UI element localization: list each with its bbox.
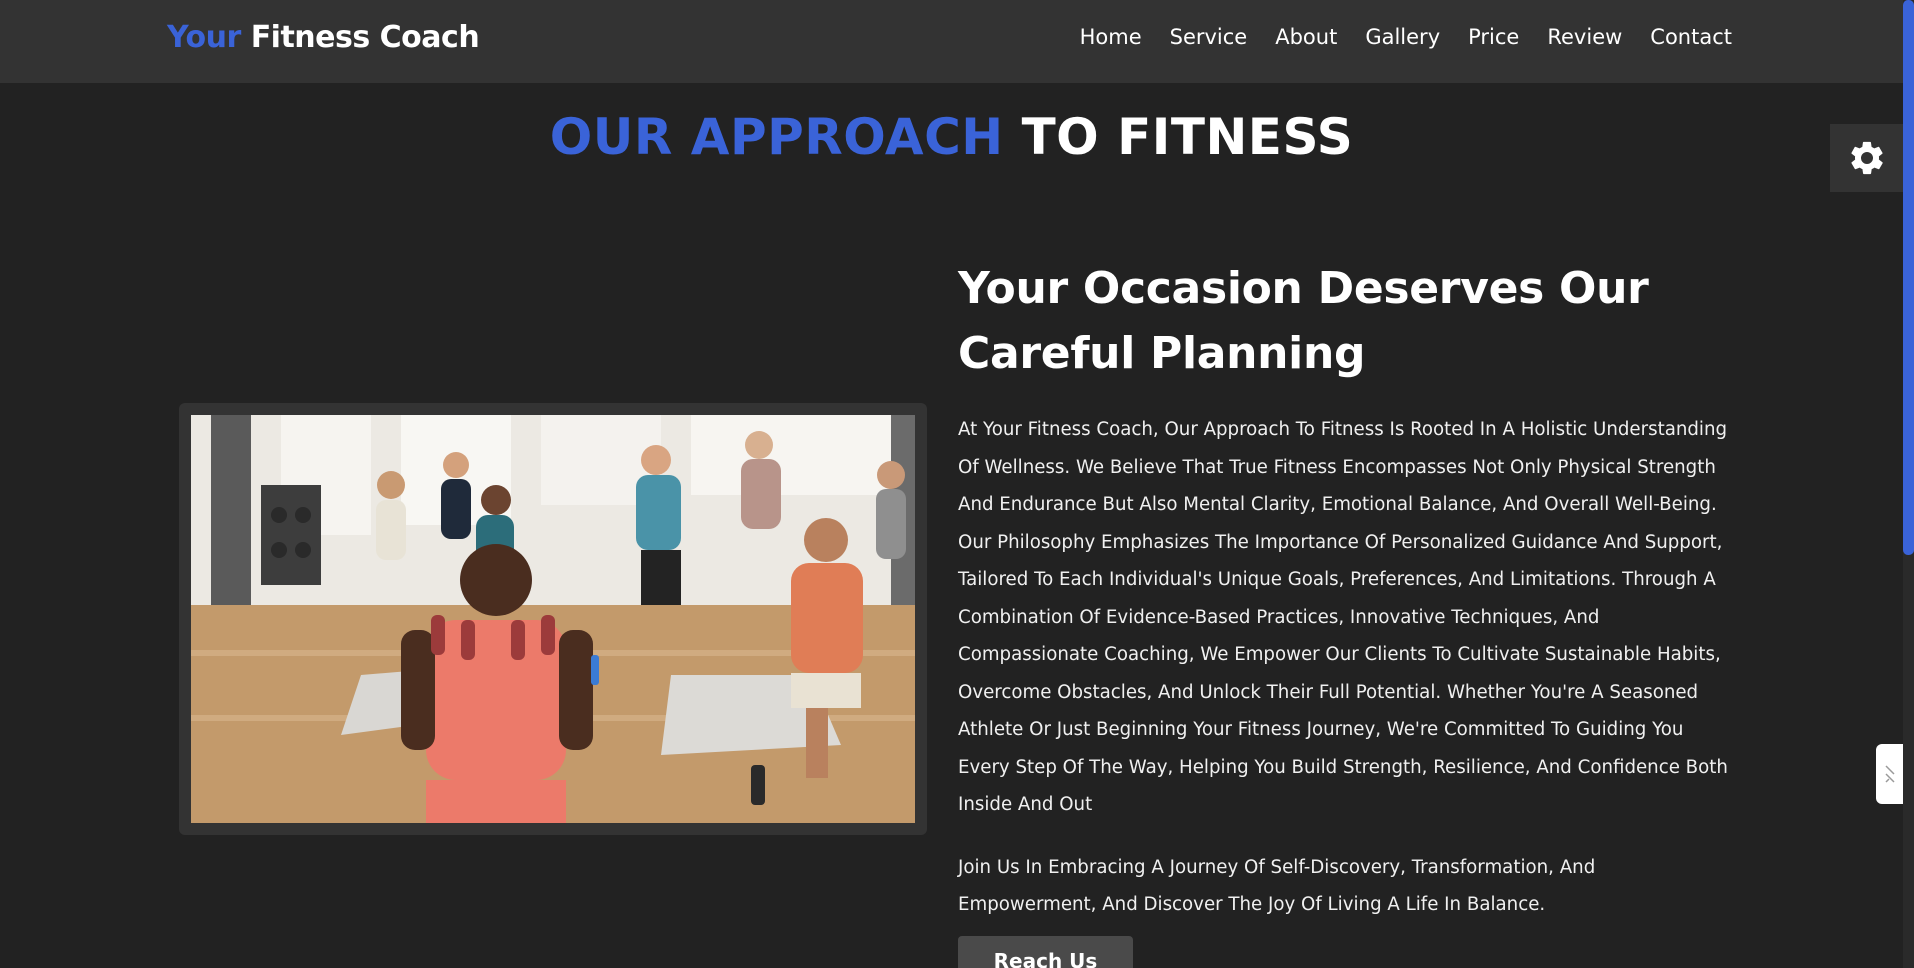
site-header: Your Fitness Coach Home Service About Ga… bbox=[0, 0, 1903, 83]
content-paragraph-2: Join Us In Embracing A Journey Of Self-D… bbox=[958, 856, 1596, 916]
scrollbar-thumb[interactable] bbox=[1903, 0, 1914, 555]
fitness-class-illustration bbox=[191, 415, 915, 823]
section-heading-rest: TO FITNESS bbox=[1021, 108, 1354, 166]
site-logo[interactable]: Your Fitness Coach bbox=[167, 20, 480, 55]
side-widget[interactable] bbox=[1876, 744, 1903, 804]
nav-about[interactable]: About bbox=[1275, 25, 1337, 49]
section-heading: OUR APPROACH TO FITNESS bbox=[0, 108, 1903, 166]
logo-main-text: Fitness Coach bbox=[250, 20, 480, 55]
logo-accent-text: Your bbox=[167, 20, 241, 55]
nav-service[interactable]: Service bbox=[1170, 25, 1248, 49]
content-title: Your Occasion Deserves Our Careful Plann… bbox=[958, 263, 1649, 379]
page: Your Fitness Coach Home Service About Ga… bbox=[0, 0, 1914, 968]
nav-price[interactable]: Price bbox=[1468, 25, 1519, 49]
gear-icon bbox=[1850, 141, 1883, 175]
settings-button[interactable] bbox=[1830, 124, 1903, 192]
main-nav: Home Service About Gallery Price Review … bbox=[1080, 25, 1732, 49]
grip-icon bbox=[1884, 765, 1895, 783]
approach-image-frame bbox=[179, 403, 927, 835]
nav-contact[interactable]: Contact bbox=[1650, 25, 1732, 49]
section-heading-accent: OUR APPROACH bbox=[549, 108, 1004, 166]
nav-review[interactable]: Review bbox=[1547, 25, 1622, 49]
nav-home[interactable]: Home bbox=[1080, 25, 1142, 49]
content-paragraph-1: At Your Fitness Coach, Our Approach To F… bbox=[958, 419, 1728, 815]
reach-us-button[interactable]: Reach Us bbox=[958, 936, 1133, 968]
nav-gallery[interactable]: Gallery bbox=[1365, 25, 1440, 49]
fitness-class-photo bbox=[191, 415, 915, 823]
approach-content: Your Occasion Deserves Our Careful Plann… bbox=[958, 256, 1728, 924]
